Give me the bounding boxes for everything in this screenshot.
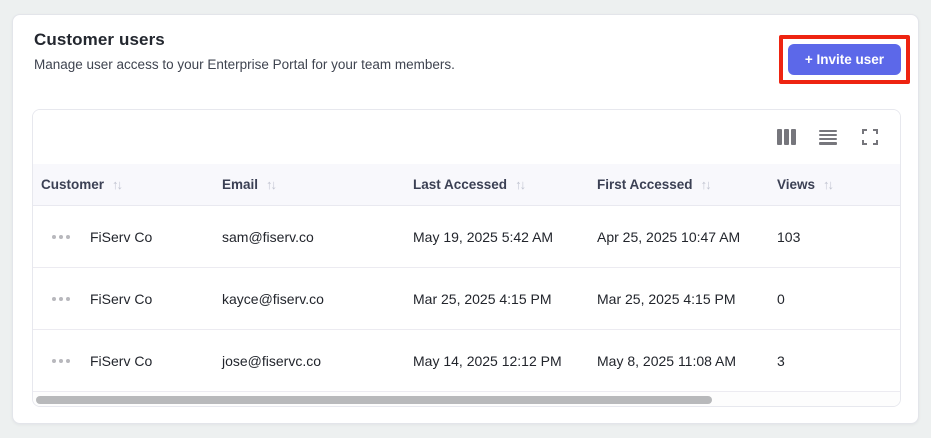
users-table: Customer ↑↓ Email ↑↓ Last Accessed ↑↓ Fi… [32,109,901,407]
customer-cell: FiServ Co [33,291,215,307]
customer-name: FiServ Co [90,228,153,245]
email-cell: kayce@fiserv.co [222,290,324,307]
sort-icon[interactable]: ↑↓ [515,178,526,191]
page-title: Customer users [34,30,165,49]
table-row: FiServ Co kayce@fiserv.co Mar 25, 2025 4… [33,268,900,330]
last-accessed-cell: May 14, 2025 12:12 PM [413,352,562,369]
sort-icon[interactable]: ↑↓ [266,178,277,191]
last-accessed-cell: May 19, 2025 5:42 AM [413,228,554,245]
views-cell: 3 [777,352,785,369]
invite-user-button[interactable]: + Invite user [787,44,901,75]
column-header-first-accessed[interactable]: First Accessed ↑↓ [590,177,770,192]
column-header-views[interactable]: Views ↑↓ [770,177,900,192]
panel-header: Customer users Manage user access to you… [34,30,455,72]
customer-users-panel: Customer users Manage user access to you… [12,14,919,424]
customer-name: FiServ Co [90,290,153,307]
row-density-icon-glyph [819,129,837,145]
row-density-icon[interactable] [819,128,837,146]
email-cell: sam@fiserv.co [222,228,314,245]
columns-icon-glyph [776,129,796,145]
column-header-last-accessed[interactable]: Last Accessed ↑↓ [405,177,590,192]
table-row: FiServ Co sam@fiserv.co May 19, 2025 5:4… [33,206,900,268]
table-header-row: Customer ↑↓ Email ↑↓ Last Accessed ↑↓ Fi… [33,164,900,206]
table-toolbar [33,110,900,164]
fullscreen-icon-glyph [862,129,878,145]
page-subtitle: Manage user access to your Enterprise Po… [34,57,455,72]
first-accessed-cell: May 8, 2025 11:08 AM [597,352,737,369]
last-accessed-cell: Mar 25, 2025 4:15 PM [413,290,552,307]
customer-name: FiServ Co [90,352,153,369]
table-row: FiServ Co jose@fiservc.co May 14, 2025 1… [33,330,900,392]
views-cell: 0 [777,290,785,307]
sort-icon[interactable]: ↑↓ [701,178,712,191]
first-accessed-cell: Mar 25, 2025 4:15 PM [597,290,736,307]
customer-cell: FiServ Co [33,229,215,245]
column-header-customer[interactable]: Customer ↑↓ [33,177,215,192]
email-cell: jose@fiservc.co [222,352,322,369]
fullscreen-icon[interactable] [861,128,879,146]
first-accessed-cell: Apr 25, 2025 10:47 AM [597,228,741,245]
customer-cell: FiServ Co [33,353,215,369]
red-highlight-box: + Invite user [778,35,910,84]
horizontal-scrollbar[interactable] [33,392,900,406]
sort-icon[interactable]: ↑↓ [112,178,123,191]
views-cell: 103 [777,228,801,245]
row-actions-menu-icon[interactable] [50,293,72,305]
row-actions-menu-icon[interactable] [50,355,72,367]
scrollbar-thumb[interactable] [36,396,713,404]
sort-icon[interactable]: ↑↓ [823,178,834,191]
column-header-email[interactable]: Email ↑↓ [215,177,405,192]
columns-icon[interactable] [776,128,796,146]
row-actions-menu-icon[interactable] [50,231,72,243]
